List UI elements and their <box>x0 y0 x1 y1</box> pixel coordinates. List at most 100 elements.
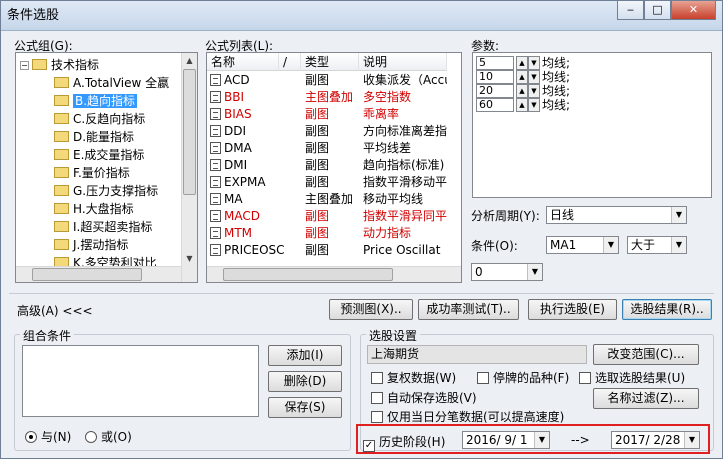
col-type[interactable]: 类型 <box>301 53 359 71</box>
restore-checkbox[interactable]: 复权数据(W) <box>371 369 456 386</box>
formula-desc: 多空指数 <box>363 90 412 104</box>
hscroll-thumb[interactable] <box>32 268 142 281</box>
formula-name-cell: MA <box>210 191 300 208</box>
cond-op-select[interactable]: 大于 ▼ <box>627 236 687 254</box>
list-hscroll-thumb[interactable] <box>223 268 393 281</box>
formula-row[interactable]: MACD 副图 指数平滑异同平 <box>207 208 447 225</box>
chevron-down-icon: ▼ <box>671 237 686 253</box>
suspended-checkbox[interactable]: 停牌的品种(F) <box>477 369 569 386</box>
formula-doc-icon <box>210 142 221 154</box>
formula-desc: 收集派发（Accu <box>363 73 447 87</box>
checkbox-icon <box>477 372 489 384</box>
formula-row[interactable]: EXPMA 副图 指数平滑移动平 <box>207 174 447 191</box>
folder-icon <box>54 77 69 88</box>
checkbox-icon <box>371 372 383 384</box>
param-value-input[interactable]: 10 <box>476 70 514 84</box>
scroll-up-icon[interactable]: ▲ <box>182 53 197 68</box>
formula-row[interactable]: MA 主图叠加 移动平均线 <box>207 191 447 208</box>
period-select[interactable]: 日线 ▼ <box>546 206 687 224</box>
formula-row[interactable]: DDI 副图 方向标准离差指 <box>207 123 447 140</box>
add-button[interactable]: 添加(I) <box>268 345 342 366</box>
tree-item[interactable]: C.反趋向指标 <box>54 110 145 128</box>
collapse-icon[interactable]: − <box>20 61 29 70</box>
col-desc[interactable]: 说明 <box>359 53 447 71</box>
spin-up-icon[interactable]: ▲ <box>516 56 528 70</box>
tree-item[interactable]: E.成交量指标 <box>54 146 144 164</box>
last-tick-checkbox[interactable]: 仅用当日分笔数据(可以提高速度) <box>371 408 564 425</box>
tree-vscrollbar[interactable]: ▲ ▼ <box>181 53 197 282</box>
date-arrow: --> <box>571 433 590 447</box>
formula-row[interactable]: DMI 副图 趋向指标(标准) <box>207 157 447 174</box>
tree-item[interactable]: B.趋向指标 <box>54 92 138 110</box>
preview-button[interactable]: 预测图(X).. <box>329 299 413 320</box>
cond-value-select[interactable]: 0 ▼ <box>471 263 543 281</box>
close-button[interactable]: ✕ <box>671 1 716 20</box>
formula-row[interactable]: BBI 主图叠加 多空指数 <box>207 89 447 106</box>
change-range-button[interactable]: 改变范围(C)... <box>593 344 699 365</box>
formula-row[interactable]: BIAS 副图 乖离率 <box>207 106 447 123</box>
name-filter-button[interactable]: 名称过滤(Z)... <box>593 388 699 409</box>
tree-hscrollbar[interactable] <box>16 266 181 282</box>
param-value-input[interactable]: 5 <box>476 56 514 70</box>
tree-item[interactable]: I.超买超卖指标 <box>54 218 152 236</box>
formula-row[interactable]: PRICEOSC 副图 Price Oscillat <box>207 242 447 259</box>
spin-up-icon[interactable]: ▲ <box>516 98 528 112</box>
formula-row[interactable]: MTM 副图 动力指标 <box>207 225 447 242</box>
delete-button[interactable]: 删除(D) <box>268 371 342 392</box>
combo-cond-list[interactable] <box>22 345 259 417</box>
formula-desc: 移动平均线 <box>363 192 424 206</box>
tree-item[interactable]: F.量价指标 <box>54 164 130 182</box>
or-radio[interactable]: 或(O) <box>85 428 132 445</box>
tree-item[interactable]: G.压力支撑指标 <box>54 182 158 200</box>
tree-item[interactable]: J.摆动指标 <box>54 236 128 254</box>
formula-type: 副图 <box>305 243 330 257</box>
history-checkbox[interactable]: ✓ 历史阶段(H) <box>363 433 445 452</box>
cond-field-select[interactable]: MA1 ▼ <box>546 236 619 254</box>
param-value-input[interactable]: 60 <box>476 98 514 112</box>
folder-icon <box>54 167 69 178</box>
tree-item[interactable]: − 技术指标 <box>20 56 99 74</box>
scroll-thumb[interactable] <box>183 69 196 195</box>
list-hscrollbar[interactable] <box>207 266 461 282</box>
formula-name-cell: BIAS <box>210 106 300 123</box>
advanced-label[interactable]: 高级(A) <<< <box>17 302 93 319</box>
formula-list-header: 名称 / 类型 说明 <box>207 53 447 71</box>
execute-button[interactable]: 执行选股(E) <box>528 299 617 320</box>
spin-down-icon[interactable]: ▼ <box>528 70 540 84</box>
scroll-down-icon[interactable]: ▼ <box>182 251 197 266</box>
formula-row[interactable]: DMA 副图 平均线差 <box>207 140 447 157</box>
save-button[interactable]: 保存(S) <box>268 397 342 418</box>
formula-row[interactable]: ACD 副图 收集派发（Accu <box>207 72 447 89</box>
chevron-down-icon: ▼ <box>534 432 549 448</box>
formula-name-cell: DDI <box>210 123 300 140</box>
success-test-button[interactable]: 成功率测试(T).. <box>418 299 519 320</box>
tree-item[interactable]: A.TotalView 全嬴 <box>54 74 169 92</box>
formula-list[interactable]: 名称 / 类型 说明 ACD 副图 收集派发（Accu BBI 主图叠加 多空指数 BIAS… <box>206 52 462 283</box>
select-result-checkbox[interactable]: 选取选股结果(U) <box>579 369 685 386</box>
date-to-picker[interactable]: 2017/ 2/28 ▼ <box>611 431 700 449</box>
param-value-input[interactable]: 20 <box>476 84 514 98</box>
maximize-button[interactable]: □ <box>644 1 671 20</box>
date-from-picker[interactable]: 2016/ 9/ 1 ▼ <box>462 431 550 449</box>
formula-name-cell: ACD <box>210 72 300 89</box>
spin-down-icon[interactable]: ▼ <box>528 98 540 112</box>
col-name[interactable]: 名称 <box>207 53 279 71</box>
formula-type: 主图叠加 <box>305 90 354 104</box>
formula-name-cell: DMI <box>210 157 300 174</box>
formula-group-tree[interactable]: − 技术指标 A.TotalView 全嬴 B.趋向指标 C.反趋向指标 D.能量指标 E.… <box>15 52 198 283</box>
result-button[interactable]: 选股结果(R).. <box>622 299 712 320</box>
spin-up-icon[interactable]: ▲ <box>516 84 528 98</box>
autosave-checkbox[interactable]: 自动保存选股(V) <box>371 389 477 406</box>
check-icon: ✓ <box>363 440 375 452</box>
col-sort-icon[interactable]: / <box>279 53 301 71</box>
formula-type: 副图 <box>305 141 330 155</box>
and-radio[interactable]: 与(N) <box>25 428 71 445</box>
tree-item[interactable]: H.大盘指标 <box>54 200 134 218</box>
spin-down-icon[interactable]: ▼ <box>528 84 540 98</box>
minimize-button[interactable]: ‒ <box>617 1 644 20</box>
tree-item-label: E.成交量指标 <box>73 148 145 162</box>
tree-item[interactable]: D.能量指标 <box>54 128 134 146</box>
spin-down-icon[interactable]: ▼ <box>528 56 540 70</box>
formula-name: BBI <box>224 90 245 104</box>
spin-up-icon[interactable]: ▲ <box>516 70 528 84</box>
